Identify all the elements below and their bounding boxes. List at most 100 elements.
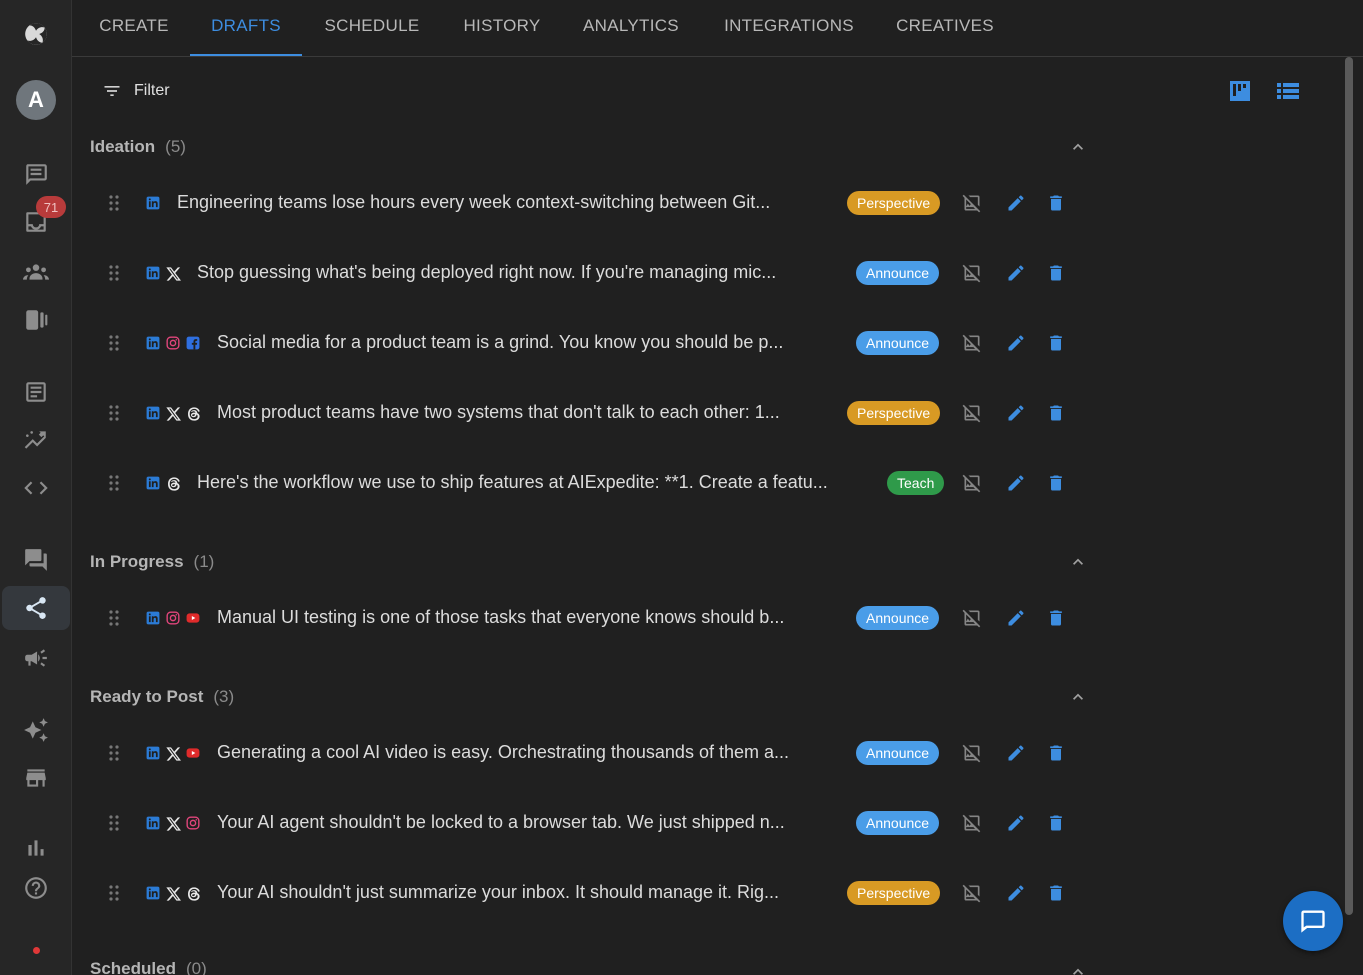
tab-history[interactable]: HISTORY: [458, 0, 546, 56]
drag-handle-icon[interactable]: [106, 743, 122, 763]
section-title: Scheduled: [90, 959, 176, 975]
list-icon: [1277, 83, 1299, 99]
no-image-icon[interactable]: [962, 473, 982, 493]
filter-button[interactable]: Filter: [102, 78, 170, 104]
document-icon[interactable]: [14, 370, 58, 414]
section-header-ready-to-post[interactable]: Ready to Post (3): [90, 685, 234, 709]
no-image-icon[interactable]: [962, 263, 982, 283]
draft-text[interactable]: Engineering teams lose hours every week …: [177, 192, 832, 213]
store-icon[interactable]: [14, 756, 58, 800]
edit-icon[interactable]: [1006, 403, 1026, 423]
logo-icon[interactable]: [14, 12, 58, 56]
draft-row[interactable]: Generating a cool AI video is easy. Orch…: [100, 733, 1080, 773]
draft-row[interactable]: Engineering teams lose hours every week …: [100, 183, 1080, 223]
drag-handle-icon[interactable]: [106, 608, 122, 628]
delete-icon[interactable]: [1046, 743, 1066, 763]
edit-icon[interactable]: [1006, 608, 1026, 628]
section-header-in-progress[interactable]: In Progress (1): [90, 550, 214, 574]
tab-analytics[interactable]: ANALYTICS: [577, 0, 685, 56]
draft-text[interactable]: Manual UI testing is one of those tasks …: [217, 607, 842, 628]
draft-text[interactable]: Your AI agent shouldn't be locked to a b…: [217, 812, 842, 833]
draft-text[interactable]: Your AI shouldn't just summarize your in…: [217, 882, 837, 903]
no-image-icon[interactable]: [962, 403, 982, 423]
draft-text[interactable]: Stop guessing what's being deployed righ…: [197, 262, 842, 283]
drag-handle-icon[interactable]: [106, 193, 122, 213]
edit-icon[interactable]: [1006, 193, 1026, 213]
drag-handle-icon[interactable]: [106, 403, 122, 423]
forum-icon[interactable]: [14, 538, 58, 582]
drag-handle-icon[interactable]: [106, 813, 122, 833]
delete-icon[interactable]: [1046, 193, 1066, 213]
tab-creatives[interactable]: CREATIVES: [893, 0, 997, 56]
draft-row[interactable]: Manual UI testing is one of those tasks …: [100, 598, 1080, 638]
edit-icon[interactable]: [1006, 333, 1026, 353]
draft-text[interactable]: Here's the workflow we use to ship featu…: [197, 472, 872, 493]
edit-icon[interactable]: [1006, 743, 1026, 763]
section-header-scheduled[interactable]: Scheduled (0): [90, 957, 207, 975]
content-type-tag: Announce: [856, 331, 940, 355]
chat-icon: [1301, 910, 1325, 933]
edit-icon[interactable]: [1006, 473, 1026, 493]
edit-icon[interactable]: [1006, 883, 1026, 903]
list-view-button[interactable]: [1275, 78, 1301, 104]
delete-icon[interactable]: [1046, 813, 1066, 833]
x-twitter-icon: [166, 816, 181, 831]
share-icon[interactable]: [2, 586, 70, 630]
chevron-up-icon[interactable]: [1068, 137, 1088, 157]
no-image-icon[interactable]: [962, 608, 982, 628]
edit-icon[interactable]: [1006, 263, 1026, 283]
section-title: In Progress: [90, 552, 184, 571]
chevron-up-icon[interactable]: [1068, 552, 1088, 572]
draft-row[interactable]: Stop guessing what's being deployed righ…: [100, 253, 1080, 293]
no-image-icon[interactable]: [962, 743, 982, 763]
chevron-up-icon[interactable]: [1068, 687, 1088, 707]
drag-handle-icon[interactable]: [106, 333, 122, 353]
draft-row[interactable]: Most product teams have two systems that…: [100, 393, 1080, 433]
draft-row[interactable]: Here's the workflow we use to ship featu…: [100, 463, 1080, 503]
no-image-icon[interactable]: [962, 193, 982, 213]
draft-text[interactable]: Generating a cool AI video is easy. Orch…: [217, 742, 842, 763]
tab-schedule[interactable]: SCHEDULE: [318, 0, 426, 56]
filter-icon: [104, 86, 120, 96]
draft-row[interactable]: Social media for a product team is a gri…: [100, 323, 1080, 363]
no-image-icon[interactable]: [962, 883, 982, 903]
feed-icon[interactable]: [14, 152, 58, 196]
board-view-button[interactable]: [1227, 78, 1253, 104]
no-image-icon[interactable]: [962, 813, 982, 833]
scrollbar[interactable]: [1345, 57, 1353, 915]
draft-row[interactable]: Your AI agent shouldn't be locked to a b…: [100, 803, 1080, 843]
tab-drafts[interactable]: DRAFTS: [190, 0, 302, 56]
draft-text[interactable]: Social media for a product team is a gri…: [217, 332, 842, 353]
content-type-tag: Perspective: [847, 191, 941, 215]
delete-icon[interactable]: [1046, 473, 1066, 493]
draft-row[interactable]: Your AI shouldn't just summarize your in…: [100, 873, 1080, 913]
avatar[interactable]: A: [16, 80, 56, 120]
tab-create[interactable]: CREATE: [92, 0, 176, 56]
trending-icon[interactable]: [14, 418, 58, 462]
tab-integrations[interactable]: INTEGRATIONS: [718, 0, 860, 56]
edit-icon[interactable]: [1006, 813, 1026, 833]
draft-text[interactable]: Most product teams have two systems that…: [217, 402, 837, 423]
delete-icon[interactable]: [1046, 608, 1066, 628]
drag-handle-icon[interactable]: [106, 473, 122, 493]
code-icon[interactable]: [14, 466, 58, 510]
chevron-up-icon[interactable]: [1068, 962, 1088, 975]
team-icon[interactable]: [14, 250, 58, 294]
delete-icon[interactable]: [1046, 403, 1066, 423]
linkedin-icon: [146, 816, 160, 830]
drag-handle-icon[interactable]: [106, 883, 122, 903]
section-header-ideation[interactable]: Ideation (5): [90, 135, 186, 159]
campaign-icon[interactable]: [14, 636, 58, 680]
sparkle-icon[interactable]: [14, 708, 58, 752]
bar-chart-icon[interactable]: [14, 826, 58, 870]
drag-handle-icon[interactable]: [106, 263, 122, 283]
delete-icon[interactable]: [1046, 263, 1066, 283]
help-icon[interactable]: [14, 866, 58, 910]
platform-icons: [146, 609, 200, 627]
instagram-icon: [166, 336, 180, 350]
content-library-icon[interactable]: [14, 298, 58, 342]
no-image-icon[interactable]: [962, 333, 982, 353]
delete-icon[interactable]: [1046, 333, 1066, 353]
delete-icon[interactable]: [1046, 883, 1066, 903]
chat-button[interactable]: [1283, 891, 1343, 951]
